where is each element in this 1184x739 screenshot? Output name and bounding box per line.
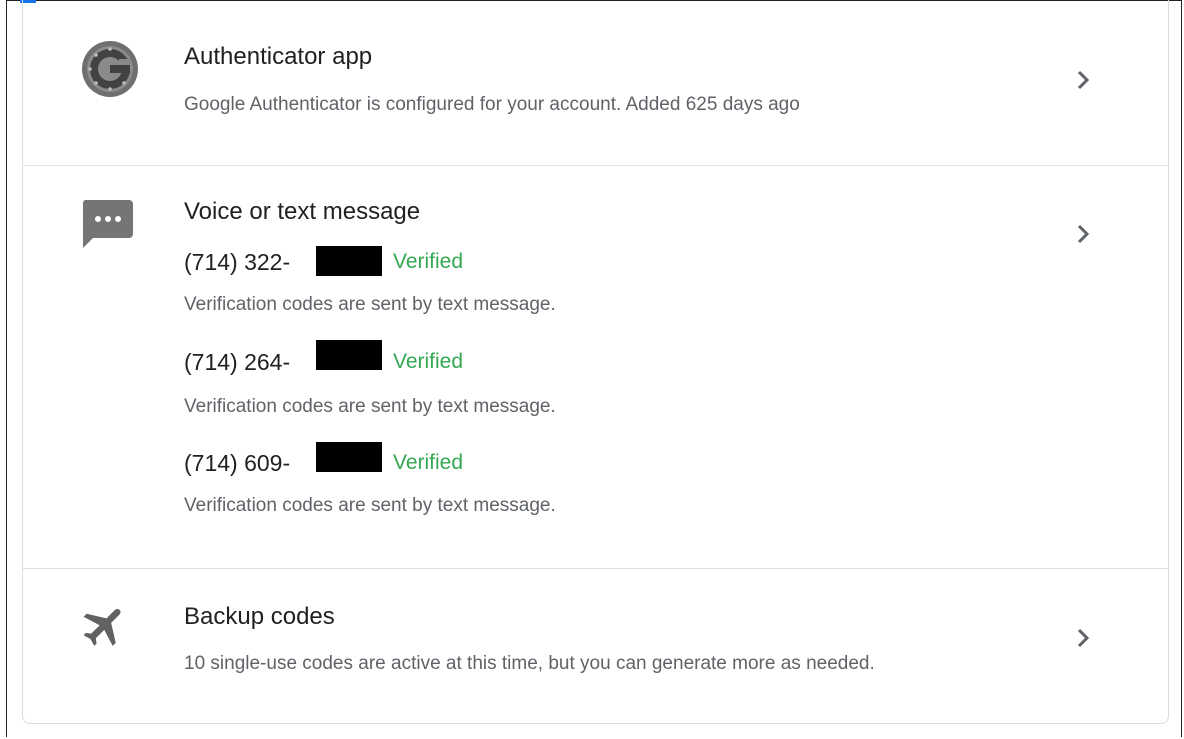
backup-codes-title: Backup codes bbox=[184, 603, 335, 630]
voice-text-title: Voice or text message bbox=[184, 198, 421, 225]
phone-note-2: Verification codes are sent by text mess… bbox=[184, 396, 556, 417]
verified-badge-1: Verified bbox=[393, 250, 464, 273]
backup-codes-chevron-icon[interactable] bbox=[1073, 626, 1095, 655]
phone-note-1: Verification codes are sent by text mess… bbox=[184, 294, 556, 315]
authenticator-chevron-icon[interactable] bbox=[1073, 68, 1095, 97]
redaction-block bbox=[316, 246, 382, 276]
authenticator-description: Google Authenticator is configured for y… bbox=[184, 94, 800, 115]
authenticator-row[interactable] bbox=[23, 0, 1168, 166]
phone-note-3: Verification codes are sent by text mess… bbox=[184, 495, 556, 516]
verified-badge-2: Verified bbox=[393, 350, 464, 373]
verified-badge-3: Verified bbox=[393, 451, 464, 474]
google-authenticator-icon bbox=[79, 38, 141, 105]
voice-text-chevron-icon[interactable] bbox=[1073, 222, 1095, 251]
backup-codes-description: 10 single-use codes are active at this t… bbox=[184, 653, 875, 674]
two-step-methods-card: Authenticator app Google Authenticator i… bbox=[22, 0, 1169, 724]
phone-number-2: (714) 264- bbox=[184, 349, 291, 375]
authenticator-title: Authenticator app bbox=[184, 43, 373, 70]
phone-number-3: (714) 609- bbox=[184, 450, 291, 476]
message-bubble-icon bbox=[79, 196, 135, 257]
redaction-block bbox=[316, 442, 382, 472]
redaction-block bbox=[316, 340, 382, 370]
phone-number-1: (714) 322- bbox=[184, 249, 291, 275]
backup-codes-row[interactable] bbox=[23, 569, 1168, 724]
airplane-icon bbox=[79, 600, 131, 657]
